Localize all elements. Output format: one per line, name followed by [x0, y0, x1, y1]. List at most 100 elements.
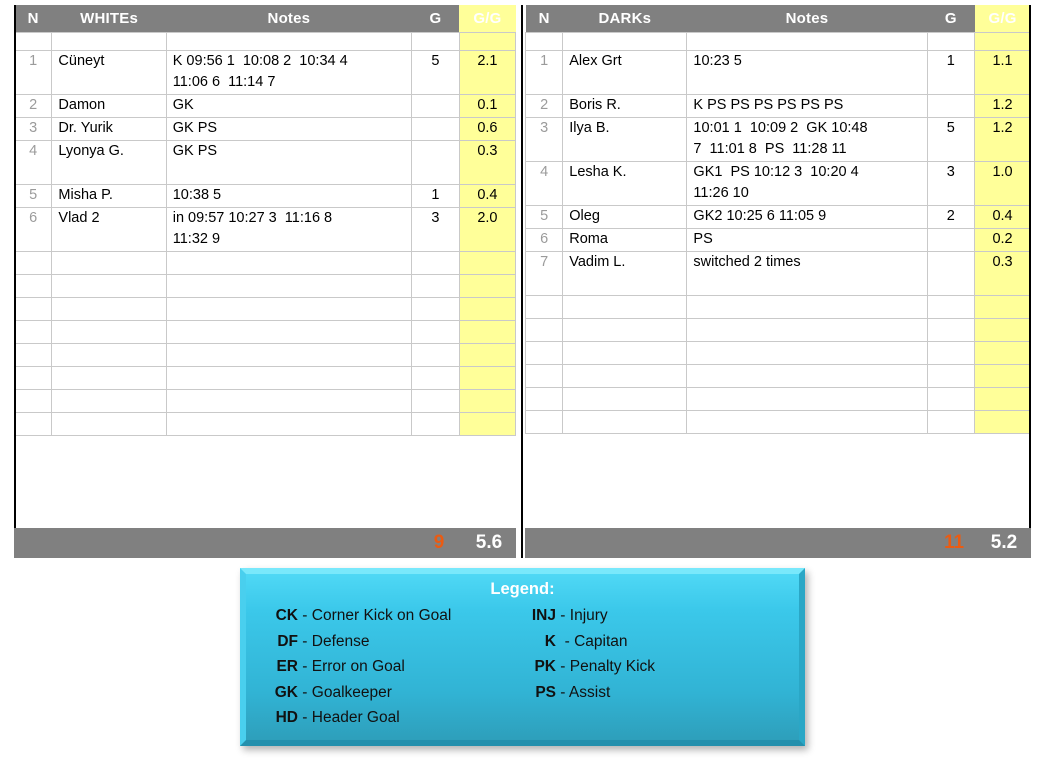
- header-team[interactable]: DARKs: [562, 5, 687, 33]
- cell-notes[interactable]: [686, 410, 928, 434]
- cell-number[interactable]: [524, 387, 564, 411]
- cell-goals[interactable]: 1: [411, 184, 460, 208]
- cell-goals-per-game[interactable]: [458, 274, 517, 298]
- header-number[interactable]: N: [14, 5, 52, 33]
- cell-notes[interactable]: [686, 295, 928, 319]
- cell-goals-per-game[interactable]: [974, 387, 1031, 411]
- cell-goals[interactable]: [926, 364, 976, 388]
- cell-goals[interactable]: [411, 297, 460, 321]
- cell-number[interactable]: 6: [13, 207, 53, 252]
- cell-notes[interactable]: GK2 10:25 6 11:05 9: [686, 205, 928, 229]
- cell-goals[interactable]: [411, 389, 460, 413]
- cell-number[interactable]: 2: [524, 94, 564, 118]
- table-row[interactable]: [13, 274, 517, 298]
- header-number[interactable]: N: [525, 5, 563, 33]
- cell-goals-per-game[interactable]: [974, 364, 1031, 388]
- cell-notes[interactable]: [165, 274, 413, 298]
- table-row[interactable]: 2 Boris R. K PS PS PS PS PS PS 1.2: [524, 94, 1031, 118]
- cell-number[interactable]: 7: [524, 251, 564, 296]
- cell-number[interactable]: 2: [13, 94, 53, 118]
- cell-player-name[interactable]: Vadim L.: [562, 251, 688, 296]
- cell-number[interactable]: [13, 251, 53, 275]
- cell-goals[interactable]: [926, 295, 976, 319]
- cell-player-name[interactable]: [51, 251, 167, 275]
- cell-goals-per-game[interactable]: [458, 389, 517, 413]
- cell-goals-per-game[interactable]: [458, 343, 517, 367]
- cell-number[interactable]: [524, 364, 564, 388]
- header-team[interactable]: WHITEs: [51, 5, 167, 33]
- cell-notes[interactable]: [686, 364, 928, 388]
- cell-notes[interactable]: [165, 343, 413, 367]
- cell-notes[interactable]: K PS PS PS PS PS PS: [686, 94, 928, 118]
- cell-number[interactable]: [524, 295, 564, 319]
- cell-goals-per-game[interactable]: 0.4: [458, 184, 517, 208]
- cell-goals[interactable]: [926, 251, 976, 296]
- table-row[interactable]: [524, 341, 1031, 365]
- table-row[interactable]: [13, 297, 517, 321]
- cell-notes[interactable]: 10:01 1 10:09 2 GK 10:48 7 11:01 8 PS 11…: [686, 117, 928, 162]
- table-row[interactable]: [524, 295, 1031, 319]
- cell-number[interactable]: [13, 343, 53, 367]
- cell-number[interactable]: 5: [524, 205, 564, 229]
- cell-player-name[interactable]: [562, 364, 688, 388]
- cell-goals[interactable]: 1: [926, 50, 976, 95]
- cell-goals[interactable]: 3: [926, 161, 976, 206]
- cell-number[interactable]: [13, 389, 53, 413]
- cell-player-name[interactable]: Ilya B.: [562, 117, 688, 162]
- cell-player-name[interactable]: Lyonya G.: [51, 140, 167, 185]
- cell-goals-per-game[interactable]: [458, 366, 517, 390]
- cell-player-name[interactable]: [51, 412, 167, 436]
- cell-goals-per-game[interactable]: [458, 412, 517, 436]
- cell-player-name[interactable]: Alex Grt: [562, 50, 688, 95]
- table-row[interactable]: [524, 410, 1031, 434]
- table-row[interactable]: 3 Dr. Yurik GK PS 0.6: [13, 117, 517, 141]
- cell-notes[interactable]: K 09:56 1 10:08 2 10:34 4 11:06 6 11:14 …: [165, 50, 413, 95]
- cell-goals-per-game[interactable]: [458, 320, 517, 344]
- cell-goals[interactable]: [411, 343, 460, 367]
- cell-player-name[interactable]: [562, 410, 688, 434]
- cell-goals[interactable]: [926, 387, 976, 411]
- cell-player-name[interactable]: [562, 341, 688, 365]
- cell-notes[interactable]: in 09:57 10:27 3 11:16 8 11:32 9: [165, 207, 413, 252]
- cell-goals[interactable]: [411, 251, 460, 275]
- cell-notes[interactable]: switched 2 times: [686, 251, 928, 296]
- header-goals-per-game[interactable]: G/G: [459, 5, 516, 33]
- table-row[interactable]: 5 Misha P. 10:38 5 1 0.4: [13, 184, 517, 208]
- table-row[interactable]: [13, 343, 517, 367]
- cell-goals-per-game[interactable]: 0.6: [458, 117, 517, 141]
- cell-player-name[interactable]: Vlad 2: [51, 207, 167, 252]
- cell-number[interactable]: 5: [13, 184, 53, 208]
- header-goals[interactable]: G: [927, 5, 975, 33]
- cell-notes[interactable]: PS: [686, 228, 928, 252]
- table-row[interactable]: 1 Cüneyt K 09:56 1 10:08 2 10:34 4 11:06 6…: [13, 50, 517, 95]
- cell-number[interactable]: [13, 297, 53, 321]
- cell-goals-per-game[interactable]: 1.1: [974, 50, 1031, 95]
- cell-player-name[interactable]: Damon: [51, 94, 167, 118]
- cell-player-name[interactable]: [51, 320, 167, 344]
- cell-player-name[interactable]: Boris R.: [562, 94, 688, 118]
- cell-goals-per-game[interactable]: 1.2: [974, 117, 1031, 162]
- header-goals-per-game[interactable]: G/G: [974, 5, 1031, 33]
- cell-notes[interactable]: GK: [165, 94, 413, 118]
- cell-goals[interactable]: [411, 366, 460, 390]
- cell-player-name[interactable]: [51, 366, 167, 390]
- table-row[interactable]: [524, 387, 1031, 411]
- cell-player-name[interactable]: Roma: [562, 228, 688, 252]
- cell-notes[interactable]: [165, 366, 413, 390]
- table-row[interactable]: [13, 389, 517, 413]
- cell-goals-per-game[interactable]: 0.4: [974, 205, 1031, 229]
- header-notes[interactable]: Notes: [686, 5, 927, 33]
- table-row[interactable]: 5 Oleg GK2 10:25 6 11:05 9 2 0.4: [524, 205, 1031, 229]
- header-goals[interactable]: G: [411, 5, 460, 33]
- cell-number[interactable]: 4: [13, 140, 53, 185]
- cell-number[interactable]: [13, 274, 53, 298]
- cell-goals[interactable]: [926, 410, 976, 434]
- cell-goals[interactable]: [926, 94, 976, 118]
- table-row[interactable]: [13, 320, 517, 344]
- cell-player-name[interactable]: [562, 295, 688, 319]
- cell-notes[interactable]: 10:23 5: [686, 50, 928, 95]
- cell-number[interactable]: 3: [524, 117, 564, 162]
- cell-number[interactable]: [524, 410, 564, 434]
- table-row[interactable]: 6 Vlad 2 in 09:57 10:27 3 11:16 8 11:32 93…: [13, 207, 517, 252]
- cell-number[interactable]: 1: [13, 50, 53, 95]
